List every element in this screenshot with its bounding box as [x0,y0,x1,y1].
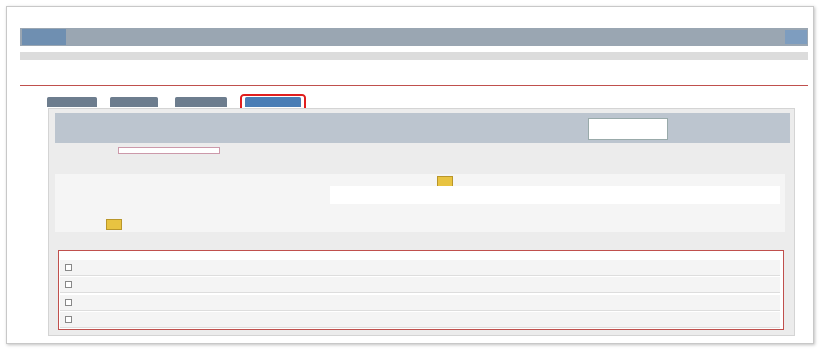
tab-2[interactable] [110,97,158,107]
info-label-row [20,52,808,60]
divider [20,85,808,86]
search-placeholder [589,119,667,123]
table-row [60,312,780,328]
detail-button[interactable] [106,219,122,230]
row-checkbox[interactable] [65,281,72,288]
search-input[interactable] [588,118,668,140]
app-header [20,28,808,46]
filter-input[interactable] [118,147,220,154]
table-row [60,277,780,293]
tab-3[interactable] [175,97,227,107]
table-row [60,295,780,311]
table-row [60,260,780,276]
row-checkbox[interactable] [65,264,72,271]
detail-text [330,186,780,204]
row-checkbox[interactable] [65,316,72,323]
tab-1[interactable] [47,97,97,107]
panel-header [55,113,790,143]
app-logo [22,29,66,45]
logout-icon[interactable] [785,30,807,44]
row-checkbox[interactable] [65,299,72,306]
